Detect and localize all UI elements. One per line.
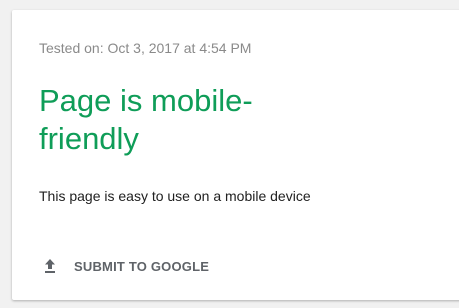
mobile-friendly-result-card: Tested on: Oct 3, 2017 at 4:54 PM Page i… <box>12 10 459 300</box>
result-title: Page is mobile-friendly <box>39 83 253 156</box>
tested-on-timestamp: Tested on: Oct 3, 2017 at 4:54 PM <box>39 40 252 56</box>
submit-to-google-button[interactable]: SUBMIT TO GOOGLE <box>42 255 209 277</box>
result-description: This page is easy to use on a mobile dev… <box>39 188 311 204</box>
upload-icon <box>42 258 58 274</box>
submit-button-label: SUBMIT TO GOOGLE <box>74 258 210 274</box>
